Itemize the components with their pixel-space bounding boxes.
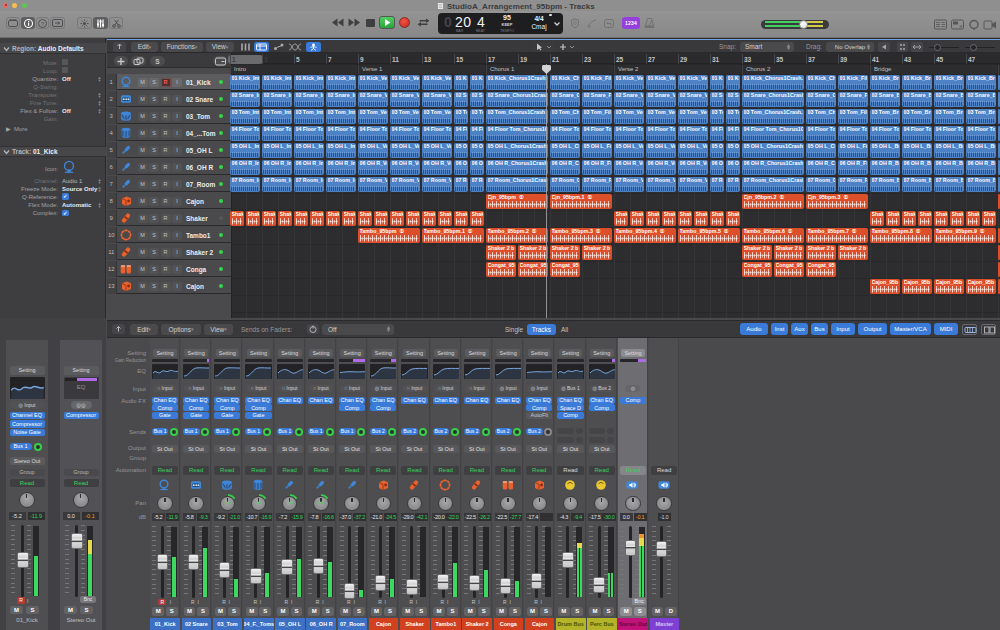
- svg-text:?: ?: [41, 20, 45, 26]
